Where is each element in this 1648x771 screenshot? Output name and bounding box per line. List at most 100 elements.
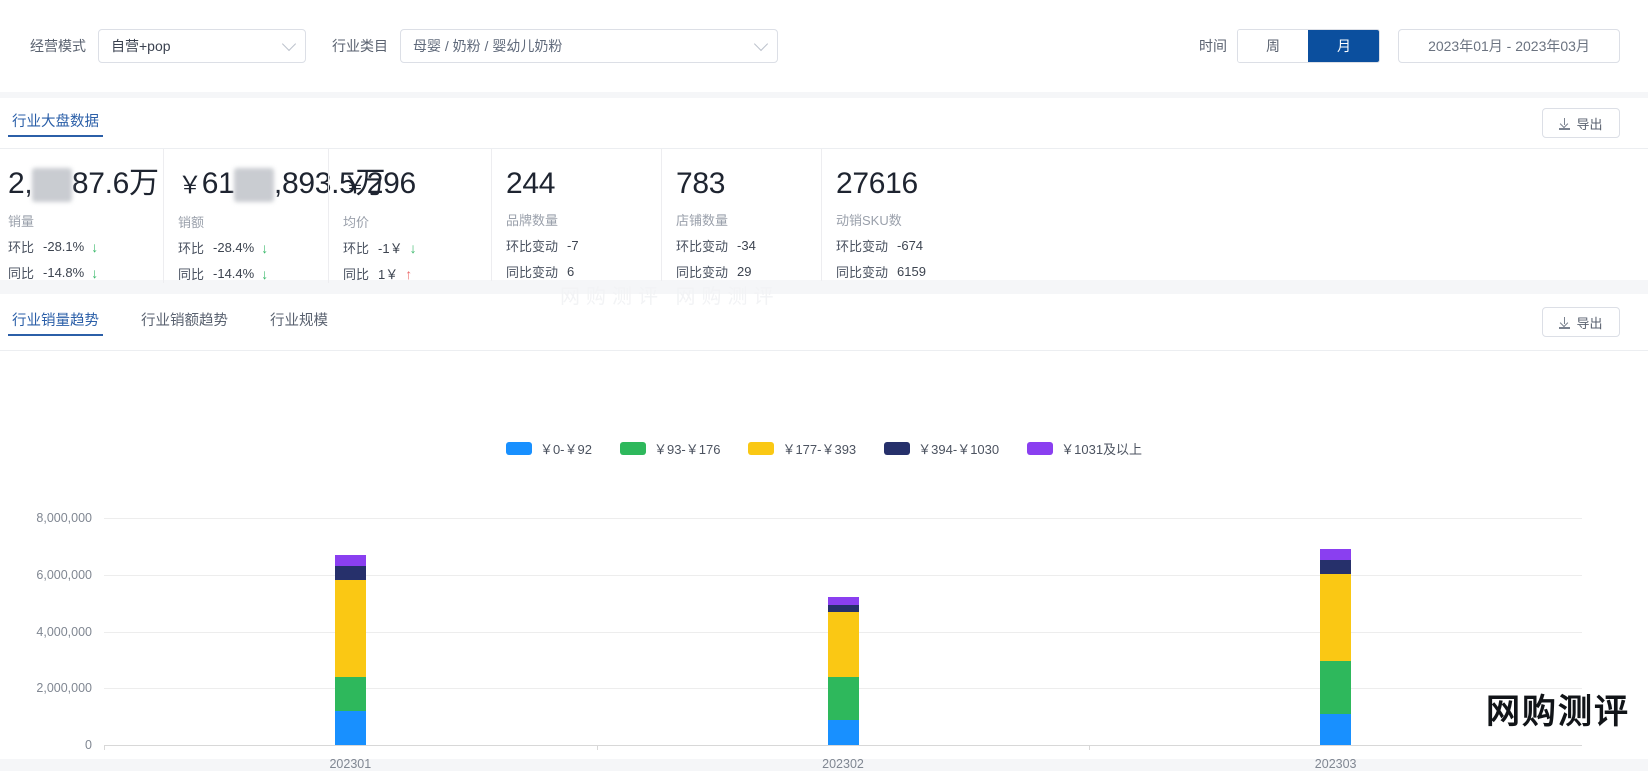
metric-comparison-value: -34 bbox=[737, 238, 756, 253]
tab-trend-1[interactable]: 行业销额趋势 bbox=[137, 309, 232, 336]
metric-value: 783 bbox=[676, 167, 821, 201]
currency-symbol: ￥ bbox=[343, 172, 367, 199]
category-select[interactable]: 母婴 / 奶粉 / 婴幼儿奶粉 bbox=[400, 29, 778, 63]
metric-comparison-value: -7 bbox=[567, 238, 579, 253]
metric-value-head: 244 bbox=[506, 167, 556, 200]
metric-comparison-value: -28.4% bbox=[213, 240, 255, 255]
sales-volume-trend-chart: ￥0-￥92 ￥93-￥176 ￥177-￥393 ￥394-￥1030 ￥1031及以… bbox=[0, 351, 1648, 771]
tab-industry-overview[interactable]: 行业大盘数据 bbox=[8, 110, 103, 137]
mode-select[interactable]: 自营+pop bbox=[98, 29, 306, 63]
metric-value: ￥61XX,893.5万 bbox=[178, 167, 386, 203]
metric-comparison-key: 同比变动 bbox=[836, 265, 889, 280]
metric-value: ￥296 bbox=[343, 167, 491, 203]
bar-segment[interactable] bbox=[334, 710, 366, 745]
metric-value-head: 783 bbox=[676, 167, 726, 200]
metric-comparison-key: 同比 bbox=[343, 267, 370, 282]
chevron-down-icon bbox=[281, 36, 297, 52]
x-axis-tick-label: 202303 bbox=[1314, 757, 1357, 771]
metric-comparison-key: 环比变动 bbox=[836, 239, 889, 254]
bar-segment[interactable] bbox=[1320, 714, 1352, 745]
chevron-down-icon bbox=[753, 36, 769, 52]
metric-label: 销量 bbox=[8, 214, 35, 230]
bar-segment[interactable] bbox=[1320, 559, 1352, 574]
bar-segment[interactable] bbox=[334, 554, 366, 566]
metric-value-head: 296 bbox=[366, 167, 416, 200]
metric-value-masked: XX bbox=[234, 168, 274, 203]
bar-segment[interactable] bbox=[334, 676, 366, 711]
bar-segment[interactable] bbox=[827, 596, 859, 606]
arrow-down-icon: ↓ bbox=[91, 238, 99, 255]
metric-card: 2,XX87.6万销量环比 -28.1% ↓ 同比 -14.8% ↓ bbox=[0, 149, 163, 282]
metric-label: 均价 bbox=[343, 215, 370, 230]
metric-card: 244 品牌数量环比变动 -7 同比变动 6 bbox=[491, 149, 661, 281]
y-axis-tick-label: 0 bbox=[85, 738, 92, 752]
category-filter-label: 行业类目 bbox=[332, 38, 388, 54]
metric-cards: 2,XX87.6万销量环比-28.1%↓同比-14.8%↓￥61XX,893.5… bbox=[0, 149, 1648, 283]
metric-comparison-value: -1￥ bbox=[378, 241, 403, 256]
metric-comparison-value: 1￥ bbox=[378, 267, 399, 282]
tab-trend-0[interactable]: 行业销量趋势 bbox=[8, 309, 103, 336]
overview-panel-header: 行业大盘数据 导出 bbox=[0, 98, 1648, 148]
metric-comparison-key: 环比 bbox=[8, 240, 35, 256]
metric-comparison-value: -14.8% bbox=[43, 265, 85, 281]
period-week-button[interactable]: 周 bbox=[1238, 30, 1308, 62]
download-icon bbox=[1559, 117, 1571, 130]
metric-comparison-value: -674 bbox=[897, 238, 924, 253]
currency-symbol: ￥ bbox=[178, 172, 202, 199]
bar-segment[interactable] bbox=[1320, 548, 1352, 560]
metric-comparison-row: 环比变动 -674 bbox=[836, 236, 1011, 255]
metric-value: 27616 bbox=[836, 167, 1011, 201]
x-axis-line bbox=[104, 745, 1582, 746]
download-icon bbox=[1559, 316, 1571, 329]
bar-segment[interactable] bbox=[827, 677, 859, 721]
metric-comparison-row: 同比 -14.8% ↓ bbox=[8, 263, 163, 282]
metric-comparison-key: 环比 bbox=[178, 241, 205, 256]
bar-202301[interactable] bbox=[334, 351, 366, 745]
metric-comparison-row: 同比变动 6 bbox=[506, 262, 661, 281]
trend-panel-header: 行业销量趋势 行业销额趋势 行业规模 导出 bbox=[0, 294, 1648, 350]
bar-segment[interactable] bbox=[827, 605, 859, 613]
metric-label: 动销SKU数 bbox=[836, 213, 902, 228]
period-month-button[interactable]: 月 bbox=[1308, 30, 1379, 62]
metric-comparison-row: 同比变动 6159 bbox=[836, 262, 1011, 281]
mode-filter-group: 经营模式 自营+pop bbox=[30, 29, 306, 63]
chart-plot-area: 0 2,000,000 4,000,000 6,000,000 8,000,000 202… bbox=[0, 351, 1648, 771]
bar-202303[interactable] bbox=[1320, 351, 1352, 745]
arrow-down-icon: ↓ bbox=[261, 265, 269, 282]
y-axis-tick-label: 6,000,000 bbox=[36, 567, 92, 582]
trend-export-button[interactable]: 导出 bbox=[1542, 307, 1620, 337]
date-range-picker[interactable]: 2023年01月 - 2023年03月 bbox=[1398, 29, 1620, 63]
y-axis-tick-label: 4,000,000 bbox=[36, 624, 92, 639]
period-toggle-group: 周 月 bbox=[1237, 29, 1380, 63]
bar-segment[interactable] bbox=[827, 612, 859, 678]
bar-202302[interactable] bbox=[827, 351, 859, 745]
trend-export-label: 导出 bbox=[1576, 315, 1603, 331]
metric-comparison-key: 环比变动 bbox=[506, 239, 559, 254]
metric-value-head: 27616 bbox=[836, 167, 918, 200]
metric-card: 783 店铺数量 环比变动 -34 同比变动 29 bbox=[661, 149, 821, 281]
overview-export-button[interactable]: 导出 bbox=[1542, 108, 1620, 138]
metric-comparison-value: 29 bbox=[737, 264, 752, 279]
mode-select-value: 自营+pop bbox=[111, 38, 171, 54]
trend-tabs: 行业销量趋势 行业销额趋势 行业规模 bbox=[8, 297, 332, 347]
metric-card: ￥296 均价 环比 -1￥ ↓ 同比 1￥ ↑ bbox=[328, 149, 491, 283]
metric-label: 品牌数量 bbox=[506, 213, 559, 228]
bar-segment[interactable] bbox=[1320, 661, 1352, 715]
metric-value: 2,XX87.6万 bbox=[8, 167, 163, 203]
metric-comparison-row: 同比 1￥ ↑ bbox=[343, 264, 491, 283]
metric-value-head: 2, bbox=[8, 167, 33, 200]
metric-comparison-key: 同比变动 bbox=[506, 265, 559, 280]
metric-label: 销额 bbox=[178, 215, 205, 230]
metric-comparison-row: 同比变动 29 bbox=[676, 262, 821, 281]
bar-segment[interactable] bbox=[334, 580, 366, 677]
metric-card: ￥61XX,893.5万销额环比 -28.4% ↓ 同比 -14.4% ↓ bbox=[163, 149, 386, 283]
bar-segment[interactable] bbox=[827, 720, 859, 745]
bar-segment[interactable] bbox=[1320, 573, 1352, 661]
metric-comparison-key: 环比变动 bbox=[676, 239, 729, 254]
metric-comparison-key: 同比变动 bbox=[676, 265, 729, 280]
tab-trend-2[interactable]: 行业规模 bbox=[266, 309, 332, 336]
x-axis-tick bbox=[104, 745, 105, 750]
arrow-down-icon: ↓ bbox=[91, 264, 99, 281]
bar-segment[interactable] bbox=[334, 565, 366, 581]
metric-comparison-key: 同比 bbox=[8, 266, 35, 282]
